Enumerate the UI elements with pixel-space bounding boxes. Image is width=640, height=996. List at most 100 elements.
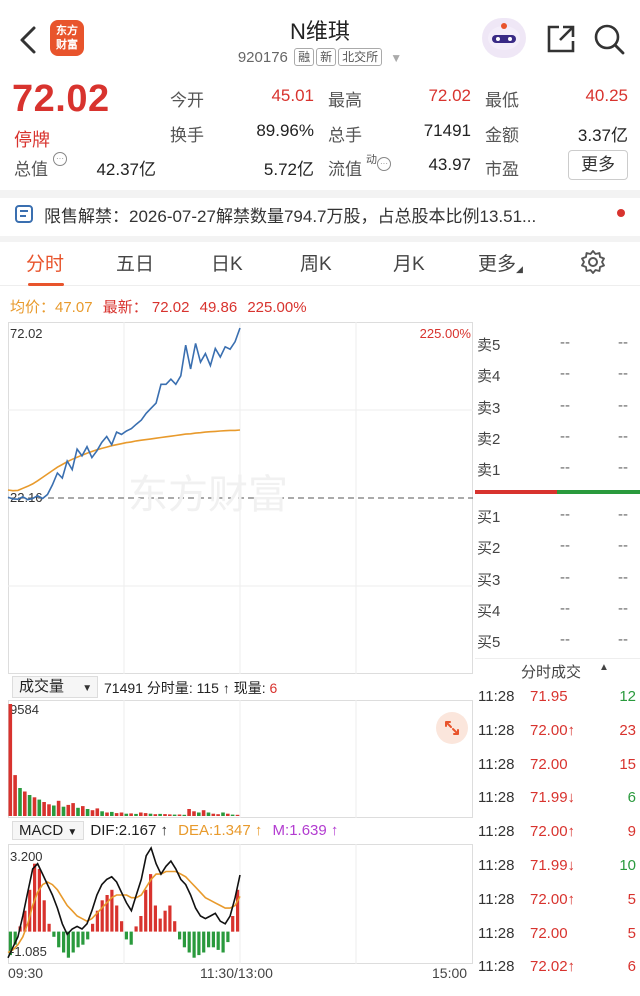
price-change-pct: 225.00% [247,299,307,316]
order-level-price: -- [560,396,570,414]
macd-histogram-bar [139,916,143,932]
order-level-volume: -- [618,537,628,555]
trade-price: 72.00↑ [530,823,576,841]
trade-volume: 12 [619,688,636,705]
trade-volume: 9 [627,823,636,841]
tab-weekly-k[interactable]: 周K [300,249,332,276]
volume-bar [134,813,138,816]
volume-bar [148,813,153,816]
macd-histogram-bar [86,931,90,940]
expand-chart-button[interactable] [436,712,468,744]
order-book-divider [475,490,640,494]
volume-bar [100,811,104,816]
tab-monthly-k[interactable]: 月K [393,249,425,276]
trade-row: 11:28 72.00↑ 23 [475,722,640,746]
macd-histogram-bar [211,931,215,948]
order-level-volume: -- [618,459,628,477]
macd-histogram-bar [71,931,75,953]
volume-bar [42,802,46,816]
search-icon[interactable] [592,22,626,56]
trade-time: 11:28 [478,924,515,942]
trade-row: 11:28 71.99↓ 6 [475,789,640,813]
order-level-price: -- [560,568,570,586]
macd-histogram-bar [226,931,230,943]
macd-label: MACD [19,822,64,839]
latest-label: 最新： [102,299,148,316]
order-level-label: 买5 [477,634,501,652]
trade-time: 11:28 [478,823,515,841]
macd-histogram-bar [47,923,51,932]
volume-bar [187,809,191,816]
volume-summary: 71491 分时量: 115 ↑ 现量: 6 [104,678,277,698]
quote-value: 43.97 [428,155,471,174]
volume-bar [177,814,182,816]
latest-price: 72.02 [151,299,190,316]
trade-price: 72.02↑ [530,958,576,976]
assistant-avatar-icon[interactable] [482,18,526,58]
tab-five-day[interactable]: 五日 [116,249,154,276]
order-level-label: 卖1 [477,462,501,480]
trades-header[interactable]: 分时成交 ▲ [475,658,640,682]
tab-daily-k[interactable]: 日K [211,249,243,276]
volume-chart[interactable]: 9584 [8,700,473,818]
order-level-price: -- [560,599,570,617]
trade-row: 11:28 71.95 12 [475,688,640,712]
trade-volume: 6 [627,789,636,807]
volume-bar [56,800,61,816]
order-level-label: 买2 [477,540,501,558]
volume-bar [226,813,230,816]
macd-histogram-bar [37,868,41,932]
tab-more-label: 更多 [478,254,517,275]
macd-histogram-bar [173,921,177,932]
volume-bar [119,812,124,816]
volume-bar [235,814,240,816]
trade-volume: 10 [619,857,636,874]
volume-bar [13,775,17,816]
macd-histogram-bar [207,931,211,948]
lockup-notice[interactable]: 限售解禁：2026-07-27解禁数量794.7万股，占总股本比例13.51..… [44,202,614,227]
volume-bar [129,813,133,816]
volume-bar [143,813,148,816]
macd-histogram-bar [66,931,70,958]
macd-histogram-bar [182,931,186,948]
tab-intraday[interactable]: 分时 [26,249,64,276]
intraday-summary: 均价：47.07 最新： 72.02 49.86 225.00% [10,296,313,317]
settings-gear-icon[interactable] [580,249,606,275]
macd-y-bottom: -1.085 [10,944,47,959]
prev-close: 22.16 [10,490,43,505]
trade-time: 11:28 [478,688,515,705]
volume-per-min: 分时量: 115 ↑ [146,680,230,696]
trade-row: 11:28 72.00 5 [475,925,640,949]
macd-select[interactable]: MACD ▼ [12,821,85,840]
macd-histogram-bar [192,931,196,958]
volume-bar [66,804,71,816]
trade-time: 11:28 [478,857,515,874]
tag-new: 新 [316,48,337,66]
macd-histogram-bar [202,931,206,953]
share-icon[interactable] [544,22,578,56]
volume-current-label: 现量: [233,680,266,696]
indicator-select-label: 成交量 [19,678,65,695]
volume-bar [37,799,42,816]
macd-histogram-bar [221,931,225,953]
order-level-label: 卖3 [477,399,501,417]
trade-row: 11:28 72.00 15 [475,756,640,780]
trade-price: 72.00↑ [530,890,576,908]
macd-chart[interactable]: 3.200 -1.085 [7,844,473,964]
volume-bar [32,797,37,816]
order-level-price: -- [560,631,570,649]
macd-dea: DEA:1.347 ↑ [178,822,263,839]
chevron-down-icon[interactable]: ▼ [390,51,402,65]
chevron-up-icon: ▲ [599,662,609,673]
volume-bar [85,809,90,816]
macd-histogram-bar [153,905,157,932]
time-start: 09:30 [8,965,44,981]
tab-more[interactable]: 更多◢ [478,249,523,276]
intraday-price-chart[interactable]: 东方财富 72.02 225.00% 22.16 [7,322,473,674]
indicator-select[interactable]: 成交量 ▼ [12,676,98,698]
order-level-volume: -- [618,396,628,414]
trade-volume: 5 [627,890,636,908]
more-button[interactable]: 更多 [568,150,628,180]
macd-histogram-bar [62,931,66,953]
order-level-volume: -- [618,506,628,523]
